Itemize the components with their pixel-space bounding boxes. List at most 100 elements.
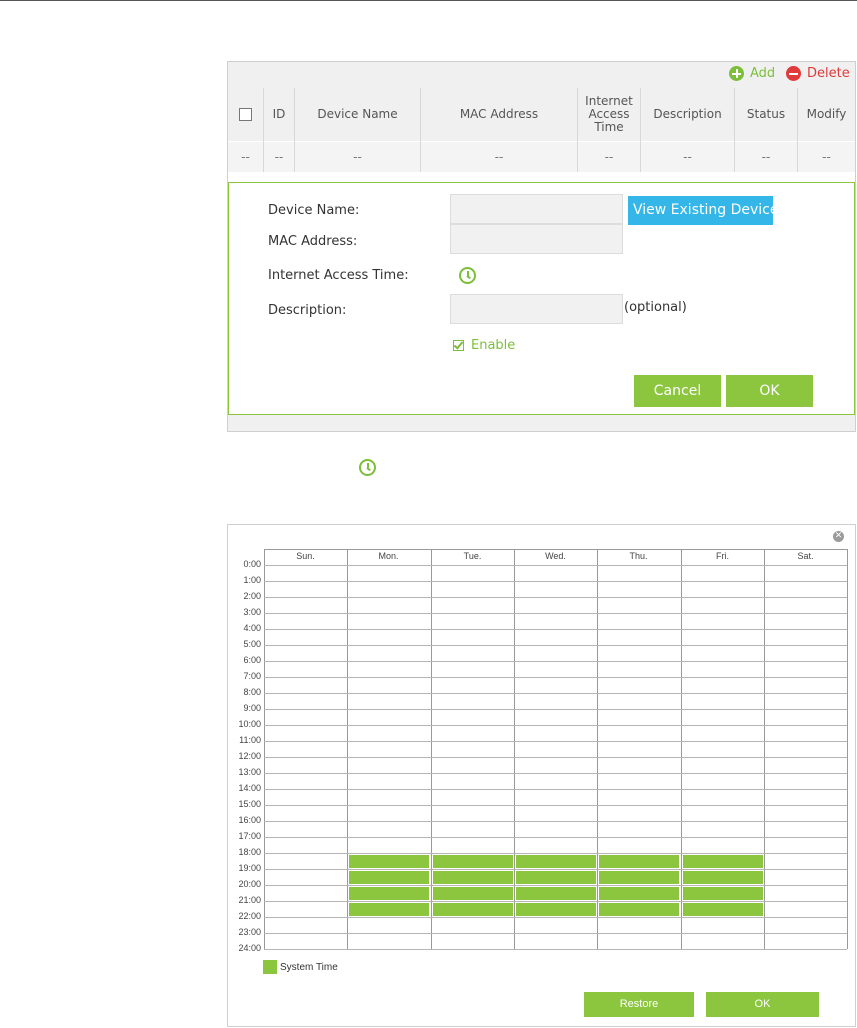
hour-label: 4:00 (243, 623, 261, 633)
col-internet-access-time: Internet Access Time (577, 88, 641, 142)
device-form: Device Name: View Existing Devices MAC A… (228, 182, 855, 415)
schedule-cell-selected[interactable] (433, 871, 513, 884)
grid-vline (347, 549, 348, 949)
grid-hline (264, 917, 847, 918)
enable-checkbox[interactable]: Enable (453, 338, 515, 353)
grid-vline (764, 549, 765, 949)
mac-address-input[interactable] (450, 224, 623, 254)
hour-label: 13:00 (238, 767, 261, 777)
grid-vline (847, 549, 848, 949)
delete-button[interactable]: Delete (786, 66, 850, 81)
schedule-cell-selected[interactable] (516, 871, 596, 884)
grid-hline (264, 853, 847, 854)
grid-border (264, 549, 847, 550)
table-cell: -- (420, 141, 578, 172)
grid-hline (264, 693, 847, 694)
hour-label: 9:00 (243, 703, 261, 713)
grid-hline (264, 805, 847, 806)
schedule-cell-selected[interactable] (683, 887, 763, 900)
grid-hline (264, 837, 847, 838)
schedule-cell-selected[interactable] (683, 855, 763, 868)
schedule-cell-selected[interactable] (599, 871, 679, 884)
day-header: Sun. (296, 551, 315, 561)
grid-vline (514, 549, 515, 949)
hour-label: 17:00 (238, 831, 261, 841)
description-input[interactable] (450, 294, 623, 324)
grid-hline (264, 949, 847, 950)
schedule-cell-selected[interactable] (599, 903, 679, 916)
ok-button[interactable]: OK (726, 375, 813, 407)
schedule-ok-button[interactable]: OK (706, 992, 819, 1017)
access-time-label: Internet Access Time: (268, 268, 409, 283)
device-table: ID Device Name MAC Address Internet Acce… (228, 88, 855, 172)
grid-hline (264, 581, 847, 582)
day-header: Wed. (545, 551, 566, 561)
table-row: -- -- -- -- -- -- -- -- (228, 141, 855, 172)
schedule-cell-selected[interactable] (516, 855, 596, 868)
schedule-cell-selected[interactable] (349, 855, 429, 868)
table-cell: -- (577, 141, 641, 172)
device-list-panel: Add Delete ID Device Name MAC Address In… (227, 61, 856, 432)
hour-label: 15:00 (238, 799, 261, 809)
col-device-name: Device Name (294, 88, 421, 142)
restore-button[interactable]: Restore (584, 992, 694, 1017)
hour-label: 10:00 (238, 719, 261, 729)
col-id: ID (263, 88, 295, 142)
schedule-grid: Sun. Mon. Tue. Wed. Thu. Fri. Sat. 0:00 1:00 2:00… (238, 549, 848, 953)
hour-label: 14:00 (238, 783, 261, 793)
add-button[interactable]: Add (729, 66, 775, 81)
table-cell: -- (640, 141, 735, 172)
delete-label: Delete (807, 66, 850, 81)
grid-hline (264, 613, 847, 614)
day-header: Sat. (797, 551, 814, 561)
grid-hline (264, 597, 847, 598)
clock-icon[interactable] (459, 267, 476, 284)
schedule-cell-selected[interactable] (683, 903, 763, 916)
grid-hline (264, 565, 847, 566)
hour-label: 20:00 (238, 879, 261, 889)
description-label: Description: (268, 303, 347, 318)
schedule-cell-selected[interactable] (433, 903, 513, 916)
legend-label: System Time (280, 961, 338, 973)
hour-label: 5:00 (243, 639, 261, 649)
schedule-cell-selected[interactable] (516, 887, 596, 900)
schedule-cell-selected[interactable] (349, 887, 429, 900)
cancel-button[interactable]: Cancel (634, 375, 721, 407)
grid-hline (264, 869, 847, 870)
grid-hline (264, 709, 847, 710)
plus-circle-icon (729, 66, 744, 81)
schedule-cell-selected[interactable] (683, 871, 763, 884)
schedule-cell-selected[interactable] (433, 887, 513, 900)
schedule-cell-selected[interactable] (349, 871, 429, 884)
schedule-cell-selected[interactable] (599, 855, 679, 868)
minus-circle-icon (786, 66, 801, 81)
top-rule (0, 0, 857, 1)
view-existing-devices-button[interactable]: View Existing Devices (628, 196, 773, 225)
hour-label: 6:00 (243, 655, 261, 665)
hour-label: 23:00 (238, 927, 261, 937)
schedule-cell-selected[interactable] (349, 903, 429, 916)
grid-hline (264, 901, 847, 902)
schedule-cell-selected[interactable] (433, 855, 513, 868)
grid-vline (681, 549, 682, 949)
grid-hline (264, 773, 847, 774)
add-label: Add (750, 66, 776, 81)
hour-label: 21:00 (238, 895, 261, 905)
grid-hline (264, 757, 847, 758)
schedule-cell-selected[interactable] (516, 903, 596, 916)
grid-hline (264, 677, 847, 678)
day-header: Thu. (629, 551, 648, 561)
legend: System Time (263, 960, 338, 974)
legend-swatch (263, 960, 277, 974)
device-name-label: Device Name: (268, 203, 360, 218)
list-toolbar: Add Delete (228, 62, 855, 88)
select-all-checkbox[interactable] (239, 108, 252, 121)
close-icon[interactable]: ✕ (833, 531, 844, 542)
checkbox-checked-icon (453, 340, 464, 351)
hour-label: 16:00 (238, 815, 261, 825)
grid-hline (264, 629, 847, 630)
device-name-input[interactable] (450, 194, 623, 224)
schedule-cell-selected[interactable] (599, 887, 679, 900)
hour-label: 3:00 (243, 607, 261, 617)
grid-hline (264, 933, 847, 934)
